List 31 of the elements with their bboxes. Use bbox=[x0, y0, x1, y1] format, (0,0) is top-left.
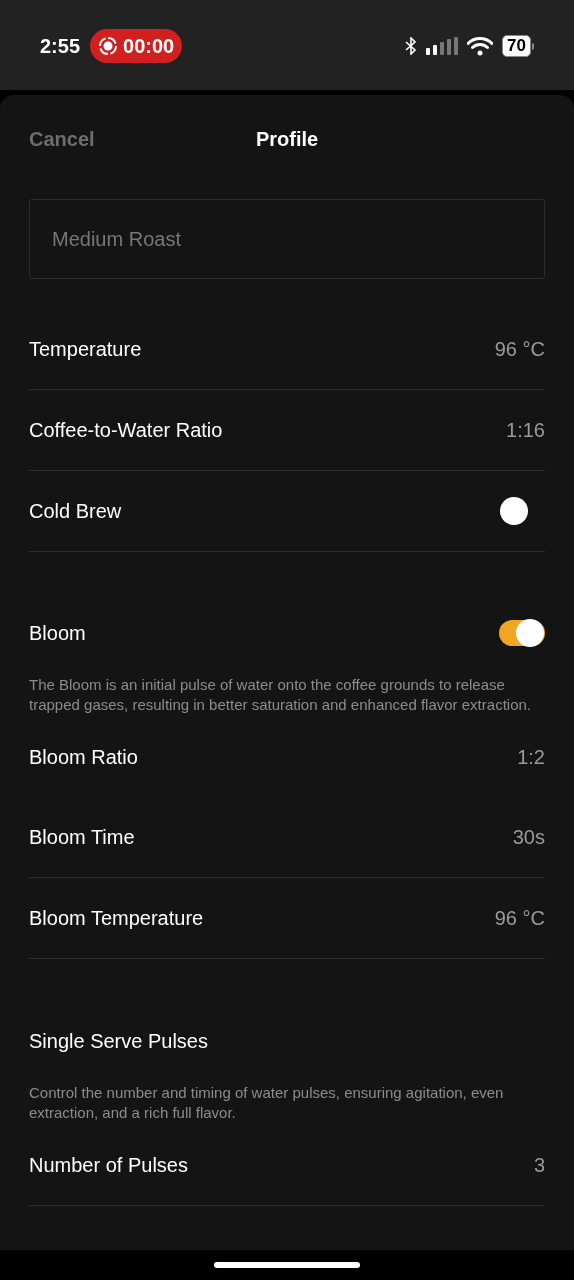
signal-icon bbox=[426, 37, 459, 55]
setting-label: Bloom Ratio bbox=[29, 745, 138, 770]
setting-label: Bloom Temperature bbox=[29, 906, 204, 931]
setting-label: Coffee-to-Water Ratio bbox=[29, 418, 223, 443]
wifi-icon bbox=[467, 36, 494, 56]
setting-value[interactable]: 1:16 bbox=[506, 415, 545, 445]
setting-value[interactable]: 96 °C bbox=[494, 903, 545, 933]
bluetooth-icon bbox=[405, 37, 418, 55]
setting-value[interactable]: 96 °C bbox=[494, 334, 545, 364]
setting-label: Bloom bbox=[29, 621, 86, 646]
record-icon bbox=[98, 36, 119, 56]
setting-label: Cold Brew bbox=[29, 499, 122, 524]
section-heading: Single Serve Pulses bbox=[29, 1028, 208, 1054]
setting-value[interactable]: 30s bbox=[512, 822, 545, 852]
toggle-switch[interactable] bbox=[499, 620, 545, 646]
profile-name-field[interactable]: Medium Roast bbox=[29, 199, 545, 279]
section-description: Control the number and timing of water pulses, ensuring agitation, even extraction, and a rich full flavor. bbox=[29, 1083, 505, 1123]
setting-value[interactable]: 3 bbox=[533, 1150, 545, 1180]
recording-timer: 00:00 bbox=[123, 34, 175, 59]
setting-value[interactable]: 1:2 bbox=[517, 742, 545, 772]
toggle-thumb bbox=[500, 497, 528, 525]
battery-indicator: 70 bbox=[502, 35, 534, 57]
setting-label: Bloom Time bbox=[29, 825, 135, 850]
setting-label: Temperature bbox=[29, 337, 142, 362]
toggle-thumb bbox=[516, 619, 544, 647]
section-description: The Bloom is an initial pulse of water onto the coffee grounds to release trapped gases, resulting in better saturation and enhanced flavor extraction. bbox=[29, 675, 532, 715]
cancel-button[interactable]: Cancel bbox=[29, 124, 95, 154]
screen-title: Profile bbox=[255, 127, 319, 152]
recording-pill[interactable]: 00:00 bbox=[90, 29, 183, 63]
status-time: 2:55 bbox=[40, 34, 81, 59]
setting-label: Number of Pulses bbox=[29, 1153, 188, 1178]
